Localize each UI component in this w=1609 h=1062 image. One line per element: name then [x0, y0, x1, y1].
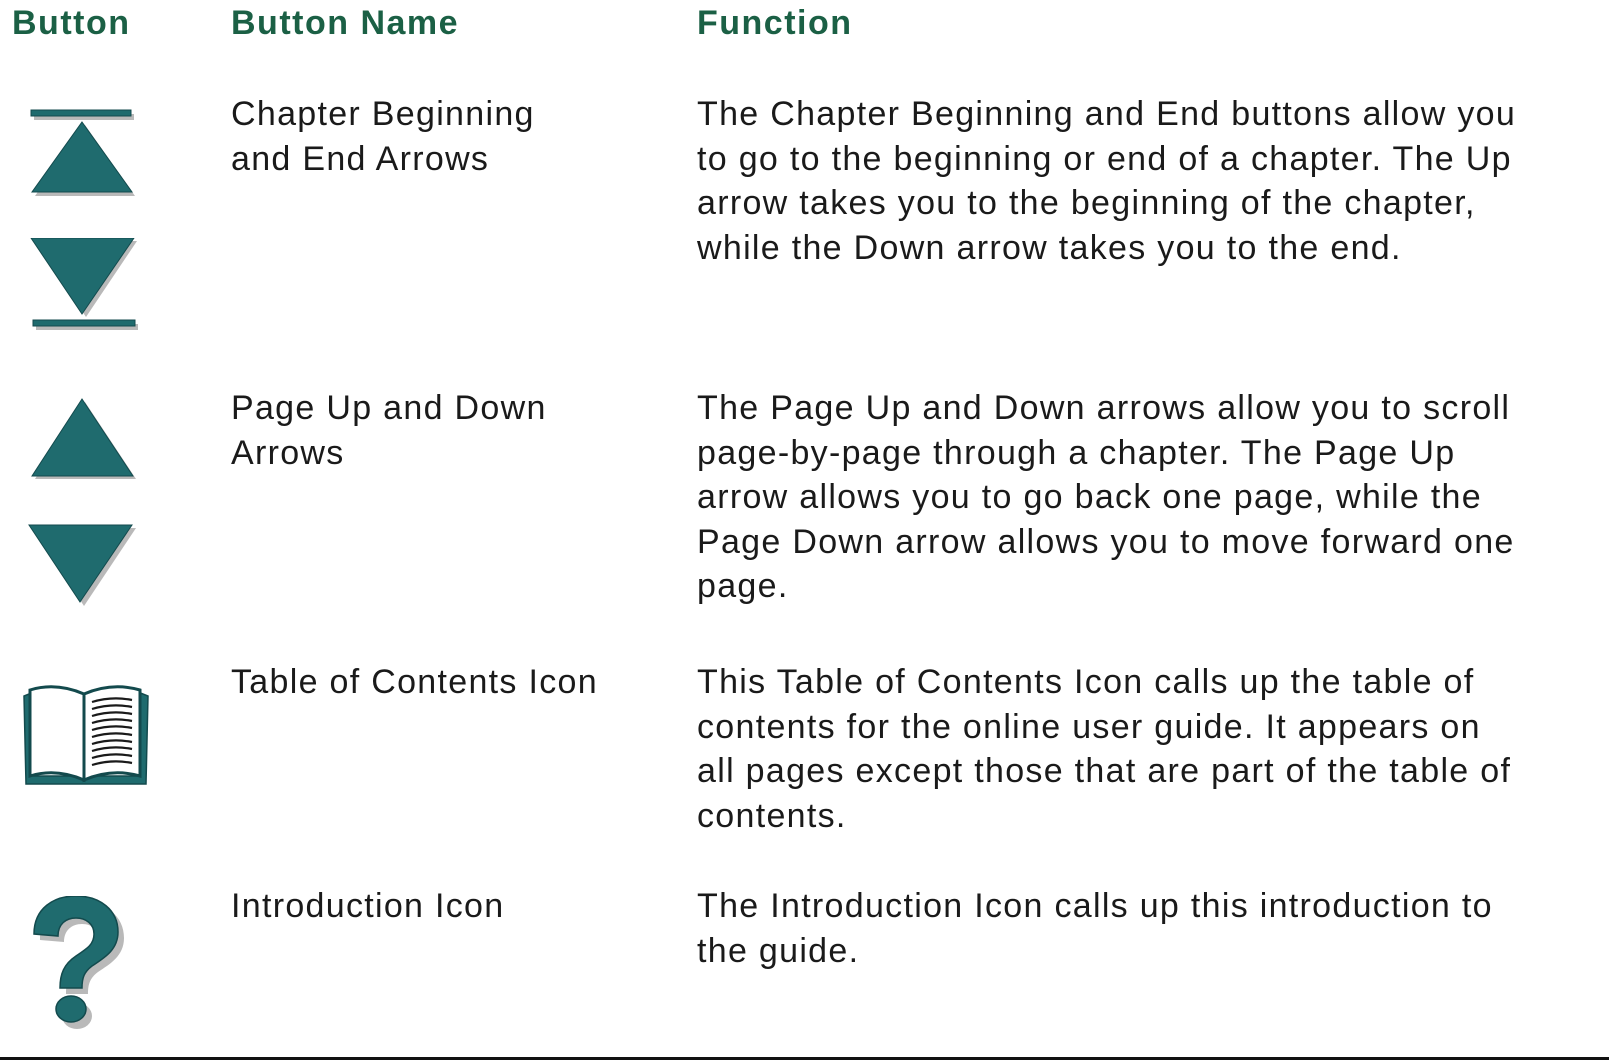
function-line: The Introduction Icon calls up this intr…: [697, 887, 1493, 925]
bottom-rule: [0, 1057, 1609, 1060]
table-row-introduction-icon: Introduction Icon The Introduction Icon …: [0, 884, 1609, 1044]
column-header-button: Button: [12, 4, 131, 42]
function-line: contents for the online user guide. It a…: [697, 707, 1481, 746]
function-line: arrow takes you to the beginning of the …: [697, 184, 1476, 222]
function-line: page.: [697, 567, 789, 605]
button-name-cell: Introduction Icon: [231, 884, 671, 929]
function-line: This Table of Contents Icon calls up the…: [697, 663, 1475, 701]
table-row-chapter-arrows: Chapter Beginning and End Arrows The Cha…: [0, 92, 1609, 332]
column-header-function: Function: [697, 4, 853, 42]
column-header-button-name: Button Name: [231, 4, 460, 42]
function-line: The Page Up and Down arrows allow you to…: [697, 389, 1511, 427]
button-name-cell: Table of Contents Icon: [231, 660, 671, 705]
function-cell: The Chapter Beginning and End buttons al…: [697, 92, 1602, 270]
page-up-arrow-icon[interactable]: [30, 398, 138, 480]
button-name-cell: Page Up and Down Arrows: [231, 386, 671, 475]
button-name-line: Introduction Icon: [231, 887, 505, 925]
function-line: while the Down arrow takes you to the en…: [697, 228, 1402, 267]
function-cell: The Page Up and Down arrows allow you to…: [697, 386, 1602, 609]
button-name-line: and End Arrows: [231, 139, 490, 178]
button-name-line: Arrows: [231, 433, 345, 472]
function-line: all pages except those that are part of …: [697, 752, 1512, 790]
button-name-line: Chapter Beginning: [231, 95, 535, 133]
function-cell: This Table of Contents Icon calls up the…: [697, 660, 1602, 838]
question-mark-icon[interactable]: [28, 896, 128, 1032]
function-line: contents.: [697, 796, 847, 835]
function-line: The Chapter Beginning and End buttons al…: [697, 95, 1517, 133]
chapter-end-arrow-icon[interactable]: [28, 238, 140, 330]
table-row-page-arrows: Page Up and Down Arrows The Page Up and …: [0, 386, 1609, 616]
function-line: to go to the beginning or end of a chapt…: [697, 139, 1512, 178]
page-down-arrow-icon[interactable]: [26, 524, 138, 606]
button-name-cell: Chapter Beginning and End Arrows: [231, 92, 671, 181]
book-icon[interactable]: [20, 680, 152, 790]
chapter-beginning-arrow-icon[interactable]: [28, 108, 138, 196]
function-line: page-by-page through a chapter. The Page…: [697, 433, 1456, 472]
function-line: arrow allows you to go back one page, wh…: [697, 478, 1482, 516]
button-name-line: Table of Contents Icon: [231, 663, 598, 701]
function-cell: The Introduction Icon calls up this intr…: [697, 884, 1602, 973]
function-line: the guide.: [697, 931, 860, 970]
button-name-line: Page Up and Down: [231, 389, 547, 427]
table-row-toc-icon: Table of Contents Icon This Table of Con…: [0, 660, 1609, 850]
function-line: Page Down arrow allows you to move forwa…: [697, 522, 1515, 561]
